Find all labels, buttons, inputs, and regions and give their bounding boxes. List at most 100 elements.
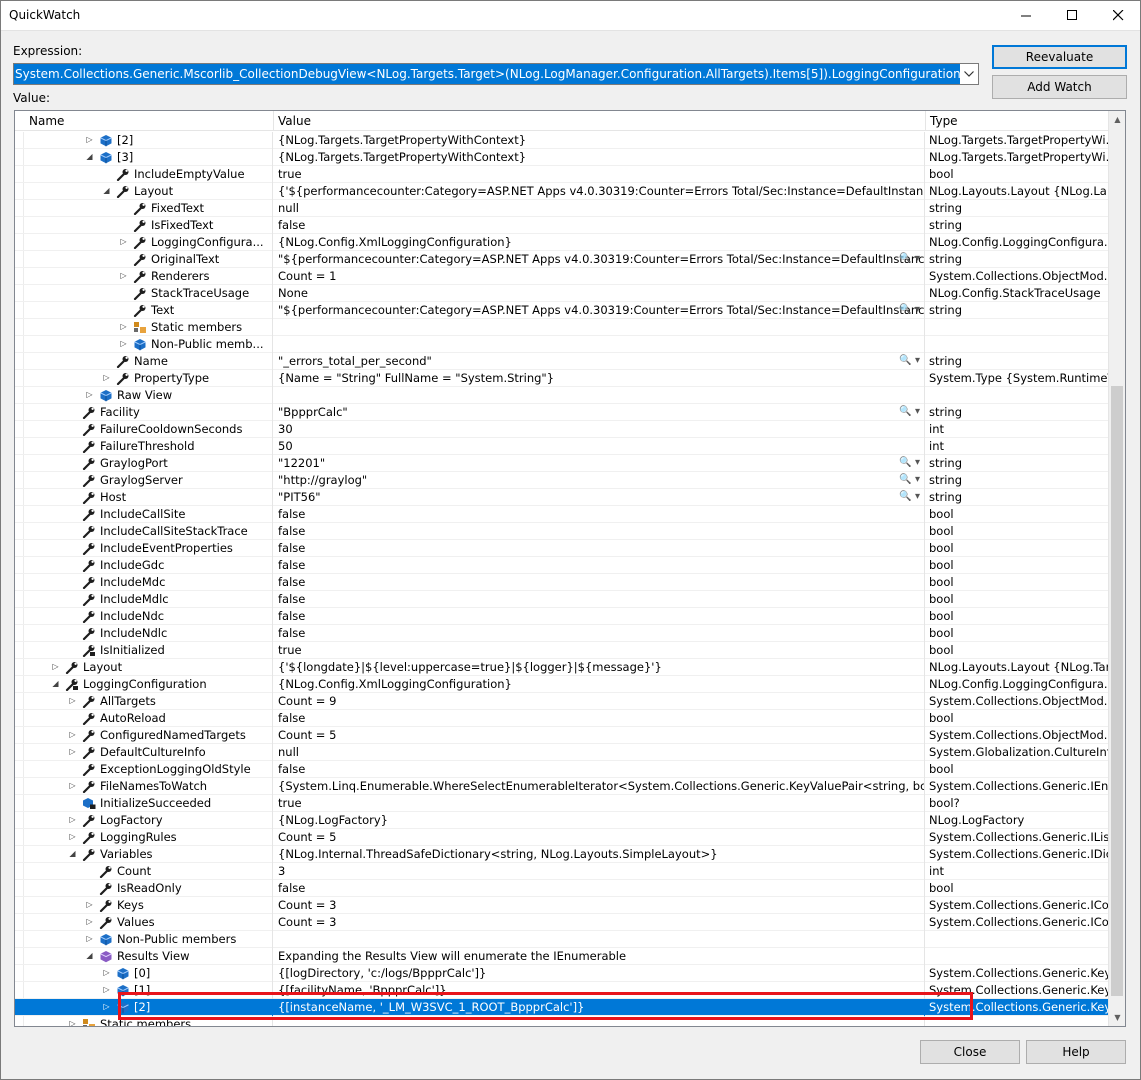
table-row[interactable]: IncludeCallSiteStackTrace false bool <box>15 523 1108 540</box>
name-cell[interactable]: ▷ Values <box>15 914 273 931</box>
value-cell[interactable]: false <box>274 557 925 574</box>
table-row[interactable]: Text "${performancecounter:Category=ASP.N… <box>15 302 1108 319</box>
value-cell[interactable]: Count = 1 <box>274 268 925 285</box>
value-cell[interactable]: {NLog.Config.XmlLoggingConfiguration} <box>274 676 925 693</box>
table-row[interactable]: ▷ Values Count = 3 System.Collections.Gener… <box>15 914 1108 931</box>
name-cell[interactable]: ▷ ConfiguredNamedTargets <box>15 727 273 744</box>
table-row[interactable]: AutoReload false bool <box>15 710 1108 727</box>
value-cell[interactable]: "${performancecounter:Category=ASP.NET A… <box>274 251 925 268</box>
name-cell[interactable]: ▷ LoggingConfigura... <box>15 234 273 251</box>
table-row[interactable]: ▷ [2] {NLog.Targets.TargetPropertyWithCont… <box>15 132 1108 149</box>
value-cell[interactable]: "12201" 🔍 ▾ <box>274 455 925 472</box>
name-cell[interactable]: ▷ Layout <box>15 659 273 676</box>
column-header-name[interactable]: Name <box>15 111 274 131</box>
value-cell[interactable]: {'${longdate}|${level:uppercase=true}|${… <box>274 659 925 676</box>
expand-arrow-icon[interactable]: ▷ <box>102 982 111 998</box>
name-cell[interactable]: IsInitialized <box>15 642 273 659</box>
table-row[interactable]: ▷ AllTargets Count = 9 System.Collections.O… <box>15 693 1108 710</box>
value-cell[interactable]: false <box>274 608 925 625</box>
table-row[interactable]: ▷ LoggingConfigura... {NLog.Config.XmlLogg… <box>15 234 1108 251</box>
magnifier-icon[interactable]: 🔍 ▾ <box>899 455 920 471</box>
value-cell[interactable]: null <box>274 744 925 761</box>
expand-arrow-icon[interactable]: ▷ <box>68 812 77 828</box>
value-cell[interactable]: false <box>274 880 925 897</box>
magnifier-icon[interactable]: 🔍 ▾ <box>899 353 920 369</box>
name-cell[interactable]: ▷ DefaultCultureInfo <box>15 744 273 761</box>
name-cell[interactable]: ◢ Results View <box>15 948 273 965</box>
value-cell[interactable]: false <box>274 591 925 608</box>
value-cell[interactable]: false <box>274 710 925 727</box>
table-row[interactable]: GraylogPort "12201" 🔍 ▾ string <box>15 455 1108 472</box>
name-cell[interactable]: ▷ Keys <box>15 897 273 914</box>
value-cell[interactable]: Count = 9 <box>274 693 925 710</box>
name-cell[interactable]: ▷ LogFactory <box>15 812 273 829</box>
table-row[interactable]: IsReadOnly false bool <box>15 880 1108 897</box>
table-row[interactable]: IsFixedText false string <box>15 217 1108 234</box>
table-row[interactable]: IncludeMdc false bool <box>15 574 1108 591</box>
value-cell[interactable]: true <box>274 642 925 659</box>
collapse-arrow-icon[interactable]: ◢ <box>85 948 94 964</box>
table-row[interactable]: InitializeSucceeded true bool? <box>15 795 1108 812</box>
table-row[interactable]: ▷ Raw View <box>15 387 1108 404</box>
value-cell[interactable]: Count = 5 <box>274 829 925 846</box>
table-row[interactable]: IncludeEmptyValue true bool <box>15 166 1108 183</box>
table-row[interactable]: ▷ Layout {'${longdate}|${level:uppercase=t… <box>15 659 1108 676</box>
value-cell[interactable]: Count = 5 <box>274 727 925 744</box>
value-cell[interactable] <box>274 1016 925 1026</box>
expand-arrow-icon[interactable]: ▷ <box>68 778 77 794</box>
column-header-value[interactable]: Value <box>274 111 926 131</box>
column-header-type[interactable]: Type <box>926 111 1108 131</box>
expand-arrow-icon[interactable]: ▷ <box>85 897 94 913</box>
magnifier-icon[interactable]: 🔍 ▾ <box>899 404 920 420</box>
maximize-button[interactable] <box>1049 0 1095 31</box>
table-row[interactable]: Count 3 int <box>15 863 1108 880</box>
value-cell[interactable]: {NLog.Targets.TargetPropertyWithContext} <box>274 149 925 166</box>
table-row[interactable]: ▷ ConfiguredNamedTargets Count = 5 System.C… <box>15 727 1108 744</box>
value-cell[interactable]: {[logDirectory, 'c:/logs/BppprCalc']} <box>274 965 925 982</box>
table-row[interactable]: IsInitialized true bool <box>15 642 1108 659</box>
expand-arrow-icon[interactable]: ▷ <box>68 727 77 743</box>
table-row[interactable]: ▷ [1] {[facilityName, 'BppprCalc']} System.… <box>15 982 1108 999</box>
name-cell[interactable]: IncludeEventProperties <box>15 540 273 557</box>
help-button[interactable]: Help <box>1026 1040 1126 1064</box>
close-button[interactable]: Close <box>920 1040 1020 1064</box>
value-cell[interactable]: {[instanceName, '_LM_W3SVC_1_ROOT_BppprC… <box>274 999 925 1016</box>
name-cell[interactable]: IncludeMdlc <box>15 591 273 608</box>
table-row[interactable]: IncludeGdc false bool <box>15 557 1108 574</box>
expression-combobox[interactable]: System.Collections.Generic.Mscorlib_Coll… <box>13 63 979 85</box>
table-row-selected[interactable]: ▷ [2] {[instanceName, '_LM_W3SVC_1_ROOT_Bp… <box>15 999 1108 1016</box>
magnifier-icon[interactable]: 🔍 ▾ <box>899 472 920 488</box>
table-row[interactable]: ▷ [0] {[logDirectory, 'c:/logs/BppprCalc']… <box>15 965 1108 982</box>
table-row[interactable]: GraylogServer "http://graylog" 🔍 ▾ string <box>15 472 1108 489</box>
table-row[interactable]: FailureCooldownSeconds 30 int <box>15 421 1108 438</box>
name-cell[interactable]: ▷ Non-Public memb... <box>15 336 273 353</box>
table-row[interactable]: Facility "BppprCalc" 🔍 ▾ string <box>15 404 1108 421</box>
name-cell[interactable]: ▷ AllTargets <box>15 693 273 710</box>
expand-arrow-icon[interactable]: ▷ <box>85 931 94 947</box>
expression-input[interactable]: System.Collections.Generic.Mscorlib_Coll… <box>14 64 978 84</box>
table-row[interactable]: ▷ Static members <box>15 1016 1108 1026</box>
collapse-arrow-icon[interactable]: ◢ <box>51 676 60 692</box>
table-row[interactable]: FixedText null string <box>15 200 1108 217</box>
collapse-arrow-icon[interactable]: ◢ <box>85 149 94 165</box>
table-row[interactable]: OriginalText "${performancecounter:Catego… <box>15 251 1108 268</box>
expand-arrow-icon[interactable]: ▷ <box>119 319 128 335</box>
name-cell[interactable]: IncludeEmptyValue <box>15 166 273 183</box>
value-cell[interactable]: 3 <box>274 863 925 880</box>
magnifier-icon[interactable]: 🔍 ▾ <box>899 251 920 267</box>
value-cell[interactable]: None <box>274 285 925 302</box>
name-cell[interactable]: IncludeCallSiteStackTrace <box>15 523 273 540</box>
value-cell[interactable]: Count = 3 <box>274 914 925 931</box>
value-cell[interactable]: {'${performancecounter:Category=ASP.NET … <box>274 183 925 200</box>
expand-arrow-icon[interactable]: ▷ <box>102 999 111 1015</box>
value-cell[interactable]: {NLog.Internal.ThreadSafeDictionary<stri… <box>274 846 925 863</box>
name-cell[interactable]: Facility <box>15 404 273 421</box>
value-cell[interactable]: null <box>274 200 925 217</box>
expand-arrow-icon[interactable]: ▷ <box>85 387 94 403</box>
value-cell[interactable]: {[facilityName, 'BppprCalc']} <box>274 982 925 999</box>
name-cell[interactable]: ▷ LoggingRules <box>15 829 273 846</box>
name-cell[interactable]: ▷ FileNamesToWatch <box>15 778 273 795</box>
value-cell[interactable] <box>274 931 925 948</box>
table-row[interactable]: ◢ [3] {NLog.Targets.TargetPropertyWithCont… <box>15 149 1108 166</box>
name-cell[interactable]: FixedText <box>15 200 273 217</box>
